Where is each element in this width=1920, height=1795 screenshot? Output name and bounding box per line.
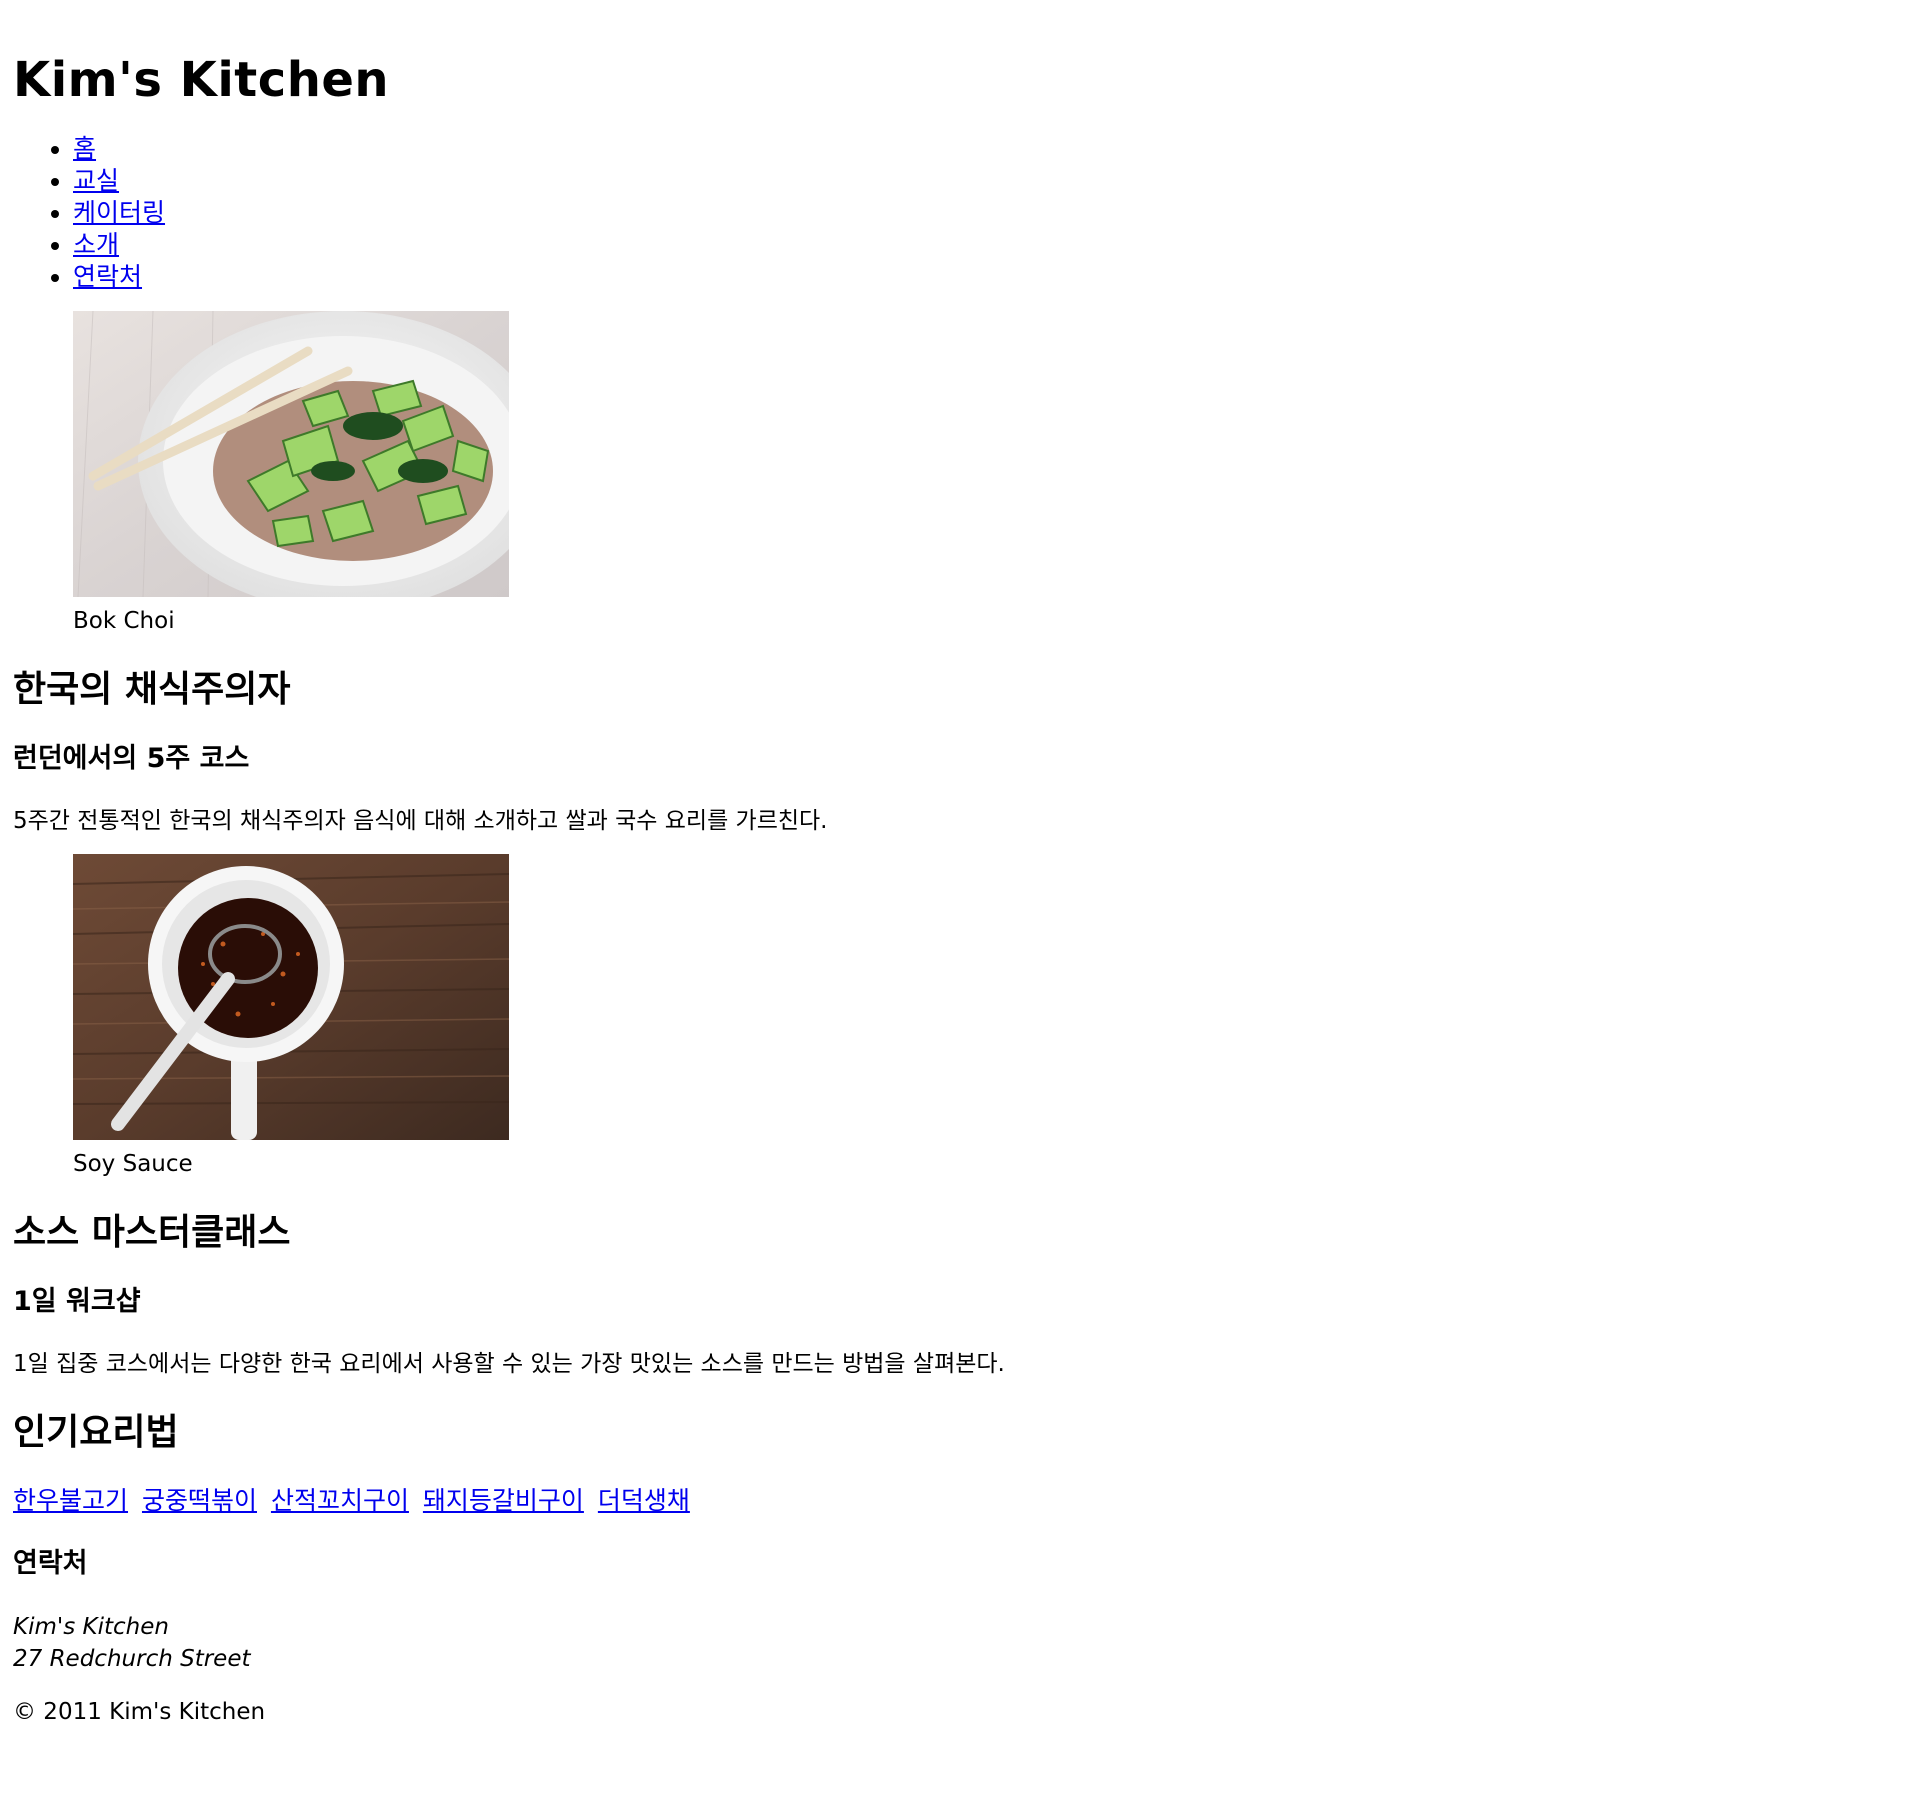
nav-link-home[interactable]: 홈 xyxy=(73,134,96,163)
sauce-description: 1일 집중 코스에서는 다양한 한국 요리에서 사용할 수 있는 가장 맛있는 … xyxy=(13,1351,1005,1377)
soy-sauce-photo xyxy=(73,854,509,1140)
recipe-link-bulgogi[interactable]: 한우불고기 xyxy=(13,1486,128,1515)
contact-address: Kim's Kitchen 27 Redchurch Street xyxy=(13,1611,1920,1675)
recipe-link-deodeok[interactable]: 더덕생채 xyxy=(598,1486,690,1515)
main-nav: 홈 교실 케이터링 소개 연락처 xyxy=(13,133,1920,293)
site-title: Kim's Kitchen xyxy=(13,52,390,108)
recipe-link-tteokbokki[interactable]: 궁중떡볶이 xyxy=(142,1486,257,1515)
nav-link-about[interactable]: 소개 xyxy=(73,230,119,259)
popular-recipes-list: 한우불고기 궁중떡볶이 산적꼬치구이 돼지등갈비구이 더덕생채 xyxy=(13,1485,1920,1517)
page-footer: © 2011 Kim's Kitchen xyxy=(13,1697,1920,1727)
nav-item-contact: 연락처 xyxy=(73,261,1920,293)
bok-choi-figure: Bok Choi xyxy=(73,311,1920,636)
nav-item-catering: 케이터링 xyxy=(73,197,1920,229)
contact-name: Kim's Kitchen xyxy=(13,1614,169,1640)
contact-heading: 연락처 xyxy=(13,1548,88,1579)
page: Kim's Kitchen 홈 교실 케이터링 소개 연락처 xyxy=(0,0,1920,1727)
soy-sauce-figure: Soy Sauce xyxy=(73,854,1920,1179)
sauce-subheading: 1일 워크샵 xyxy=(13,1286,141,1317)
sauce-heading: 소스 마스터클래스 xyxy=(13,1212,291,1253)
nav-item-home: 홈 xyxy=(73,133,1920,165)
vegetarian-heading: 한국의 채식주의자 xyxy=(13,669,291,710)
recipe-link-pork-ribs[interactable]: 돼지등갈비구이 xyxy=(423,1486,584,1515)
nav-link-classes[interactable]: 교실 xyxy=(73,166,119,195)
bok-choi-caption: Bok Choi xyxy=(73,608,175,634)
nav-item-classes: 교실 xyxy=(73,165,1920,197)
copyright-text: © 2011 Kim's Kitchen xyxy=(13,1699,266,1725)
vegetarian-subheading: 런던에서의 5주 코스 xyxy=(13,743,250,774)
vegetarian-description: 5주간 전통적인 한국의 채식주의자 음식에 대해 소개하고 쌀과 국수 요리를… xyxy=(13,808,828,834)
nav-link-contact[interactable]: 연락처 xyxy=(73,262,142,291)
popular-recipes-heading: 인기요리법 xyxy=(13,1412,179,1453)
bok-choi-photo xyxy=(73,311,509,597)
recipe-link-sanjeok[interactable]: 산적꼬치구이 xyxy=(271,1486,409,1515)
nav-item-about: 소개 xyxy=(73,229,1920,261)
contact-street: 27 Redchurch Street xyxy=(13,1646,251,1672)
soy-sauce-caption: Soy Sauce xyxy=(73,1151,193,1177)
nav-link-catering[interactable]: 케이터링 xyxy=(73,198,165,227)
